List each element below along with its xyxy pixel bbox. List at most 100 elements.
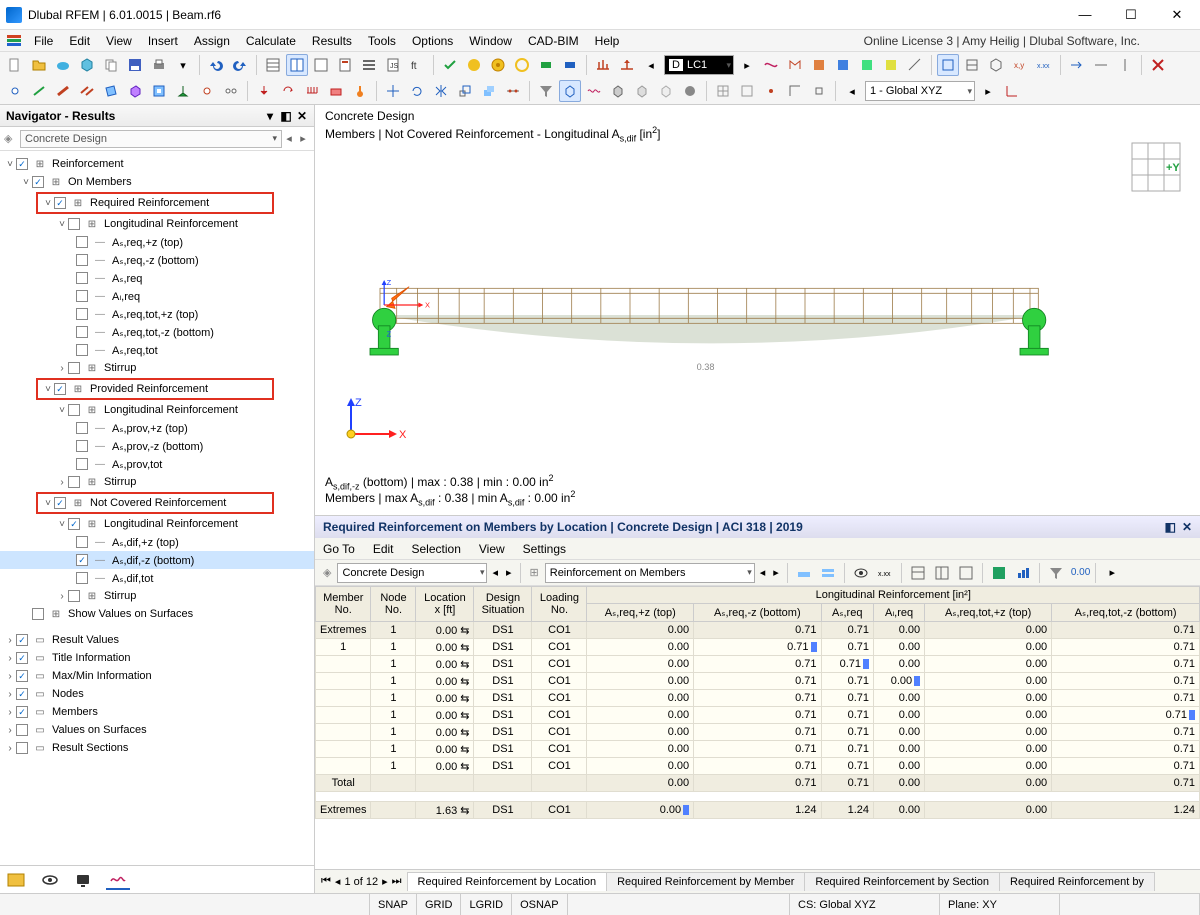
checkbox[interactable]: [16, 742, 28, 754]
checkbox[interactable]: [16, 688, 28, 700]
pager-last[interactable]: ⏭: [392, 875, 402, 888]
results-tab-1[interactable]: Required Reinforcement by Member: [606, 872, 805, 891]
line-icon[interactable]: [28, 80, 50, 102]
results-tool-xxx[interactable]: x.xx: [874, 562, 896, 584]
results-tool-more[interactable]: ▸: [1101, 562, 1123, 584]
load-prev-icon[interactable]: ◂: [640, 54, 662, 76]
report-icon[interactable]: [334, 54, 356, 76]
dropdown-icon[interactable]: ▾: [172, 54, 194, 76]
tree-long-reinf-2[interactable]: Longitudinal Reinforcement: [102, 404, 238, 416]
maximize-button[interactable]: ☐: [1108, 0, 1154, 30]
tree-bottom-item[interactable]: Result Values: [50, 634, 119, 646]
menu-assign[interactable]: Assign: [186, 32, 238, 50]
tree-show-surfaces[interactable]: Show Values on Surfaces: [66, 608, 193, 620]
menu-window[interactable]: Window: [461, 32, 520, 50]
rotate-icon[interactable]: [406, 80, 428, 102]
results-close-icon[interactable]: ✕: [1182, 520, 1192, 534]
menu-file[interactable]: File: [26, 32, 61, 50]
support-icon[interactable]: [172, 80, 194, 102]
calc3-icon[interactable]: [511, 54, 533, 76]
moment-icon[interactable]: [277, 80, 299, 102]
results-tool-chart[interactable]: [1012, 562, 1034, 584]
table2-icon[interactable]: [286, 54, 308, 76]
results-menu-goto[interactable]: Go To: [323, 542, 355, 556]
results-grid[interactable]: Member No. Node No. Location x [ft] Desi…: [315, 586, 1200, 869]
results-c1-prev[interactable]: ◂: [489, 566, 501, 579]
block-icon[interactable]: [76, 54, 98, 76]
res4-icon[interactable]: [832, 54, 854, 76]
res7-icon[interactable]: [904, 54, 926, 76]
anno1-icon[interactable]: x,y: [1009, 54, 1031, 76]
results-tool-grid2[interactable]: [931, 562, 953, 584]
table3-icon[interactable]: [310, 54, 332, 76]
checkbox[interactable]: [76, 440, 88, 452]
tree-provided[interactable]: Provided Reinforcement: [88, 383, 208, 395]
checkbox[interactable]: [32, 176, 44, 188]
checkbox[interactable]: [76, 326, 88, 338]
pager-prev[interactable]: ◂: [335, 875, 341, 888]
res6-icon[interactable]: [880, 54, 902, 76]
tree-required[interactable]: Required Reinforcement: [88, 197, 209, 209]
navigator-combo[interactable]: Concrete Design: [20, 130, 282, 148]
system-menu-icon[interactable]: [6, 33, 22, 49]
dir1-icon[interactable]: [1066, 54, 1088, 76]
tree-leaf[interactable]: Aₛ,req,tot,-z (bottom): [110, 326, 214, 339]
checkbox[interactable]: [16, 706, 28, 718]
calc5-icon[interactable]: [559, 54, 581, 76]
loadcase-combo[interactable]: DLC1: [664, 55, 734, 75]
res5-icon[interactable]: [856, 54, 878, 76]
dir3-icon[interactable]: [1114, 54, 1136, 76]
cloud-icon[interactable]: [52, 54, 74, 76]
status-grid[interactable]: GRID: [417, 894, 462, 915]
checkbox[interactable]: [16, 158, 28, 170]
list-icon[interactable]: [358, 54, 380, 76]
workplane-combo[interactable]: 1 - Global XYZ: [865, 81, 975, 101]
results-tool-grid3[interactable]: [955, 562, 977, 584]
nav-pin-icon[interactable]: ▾: [264, 109, 276, 123]
tree-leaf[interactable]: Aₛ,req,-z (bottom): [110, 254, 199, 267]
status-snap[interactable]: SNAP: [370, 894, 417, 915]
checkbox[interactable]: [76, 554, 88, 566]
view2-icon[interactable]: [961, 54, 983, 76]
units-icon[interactable]: ft: [406, 54, 428, 76]
pager-next[interactable]: ▸: [382, 875, 388, 888]
release-icon[interactable]: [220, 80, 242, 102]
axis-icon[interactable]: [1001, 80, 1023, 102]
checkbox[interactable]: [76, 254, 88, 266]
tree-leaf[interactable]: Aₛ,prov,-z (bottom): [110, 440, 203, 453]
member-icon[interactable]: [52, 80, 74, 102]
load1-icon[interactable]: [592, 54, 614, 76]
open-icon[interactable]: [28, 54, 50, 76]
results-tab-0[interactable]: Required Reinforcement by Location: [407, 872, 608, 891]
wave-icon[interactable]: [583, 80, 605, 102]
viewport[interactable]: Concrete Design Members | Not Covered Re…: [315, 105, 1200, 515]
hinge-icon[interactable]: [196, 80, 218, 102]
checkbox[interactable]: [76, 344, 88, 356]
checkbox[interactable]: [32, 608, 44, 620]
results-combo-1[interactable]: Concrete Design: [337, 563, 487, 583]
wp-prev-icon[interactable]: ◂: [841, 80, 863, 102]
results-menu-edit[interactable]: Edit: [373, 542, 394, 556]
menu-results[interactable]: Results: [304, 32, 360, 50]
print-icon[interactable]: [148, 54, 170, 76]
move-icon[interactable]: [382, 80, 404, 102]
table1-icon[interactable]: [262, 54, 284, 76]
load-next-icon[interactable]: ▸: [736, 54, 758, 76]
checkbox[interactable]: [76, 272, 88, 284]
nav-float-icon[interactable]: ◧: [280, 109, 292, 123]
check-icon[interactable]: [439, 54, 461, 76]
tree-leaf[interactable]: Aₛ,dif,+z (top): [110, 536, 179, 549]
status-lgrid[interactable]: LGRID: [461, 894, 512, 915]
pager-first[interactable]: ⏮: [321, 875, 331, 888]
navtab-views-icon[interactable]: [72, 870, 96, 890]
menu-help[interactable]: Help: [587, 32, 628, 50]
save-icon[interactable]: [124, 54, 146, 76]
checkbox[interactable]: [16, 634, 28, 646]
results-tool-filter[interactable]: [1045, 562, 1067, 584]
results-tab-3[interactable]: Required Reinforcement by: [999, 872, 1155, 891]
checkbox[interactable]: [76, 572, 88, 584]
results-c1-next[interactable]: ▸: [503, 566, 515, 579]
tree-leaf[interactable]: Aₛ,prov,+z (top): [110, 422, 188, 435]
opening-icon[interactable]: [148, 80, 170, 102]
grid-icon[interactable]: [712, 80, 734, 102]
